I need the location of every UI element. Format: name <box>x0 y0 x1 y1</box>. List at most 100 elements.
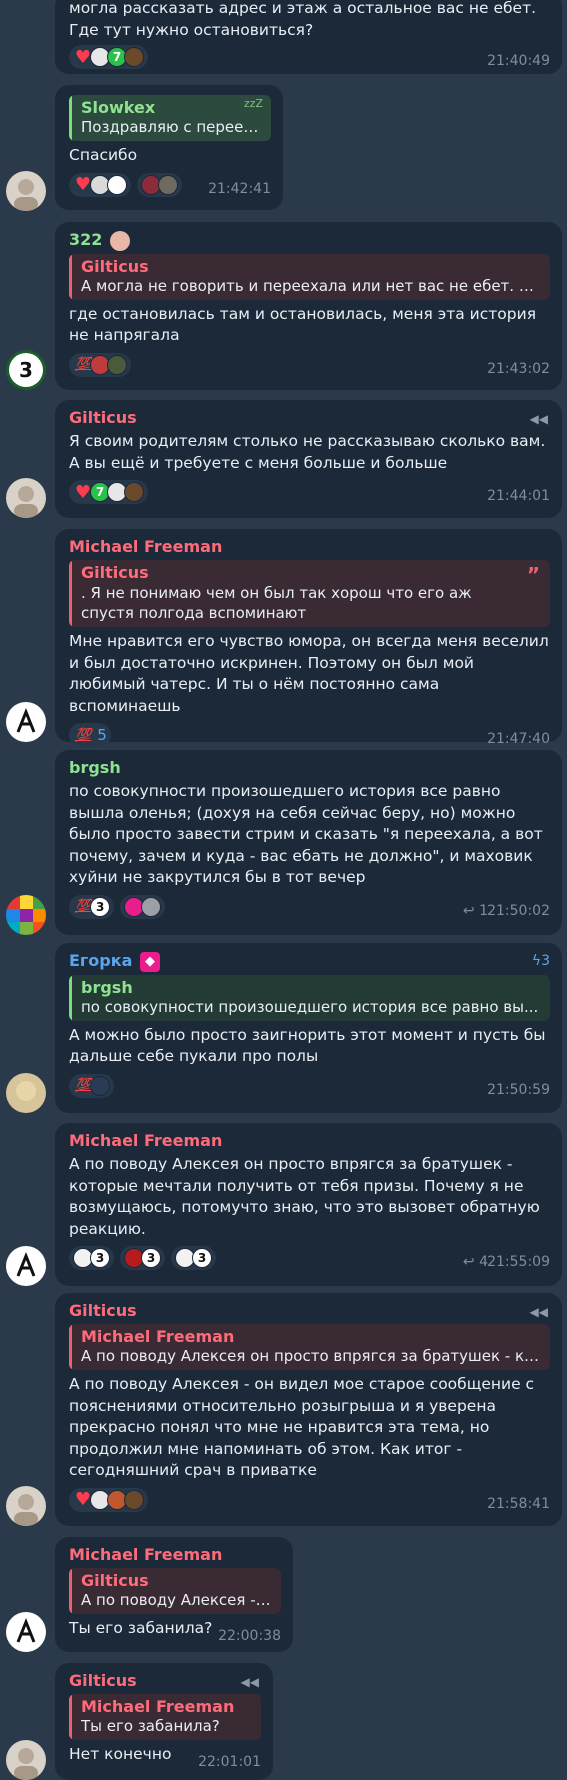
reactions[interactable]: 💯 <box>69 1073 118 1098</box>
message-text: по совокупности произошедшего история вс… <box>69 782 543 886</box>
reply-quote[interactable]: Slowkex Поздравляю с переез... zzZ <box>69 95 271 141</box>
reply-count[interactable]: ↩ 4 <box>463 1254 488 1270</box>
chat-feed: могла рассказать адрес и этаж а остально… <box>0 0 567 1780</box>
avatar[interactable] <box>6 1740 46 1780</box>
reply-arrow-icon: ↩ <box>462 902 480 919</box>
message-time: 22:01:01 <box>198 1754 261 1770</box>
reaction-chip[interactable] <box>120 894 166 919</box>
message-bubble[interactable]: Gilticus ◀◀ Michael Freeman А по поводу … <box>55 1293 562 1526</box>
message-time: 21:55:09 <box>487 1254 550 1270</box>
message[interactable]: brgsh по совокупности произошедшего исто… <box>0 750 567 935</box>
reaction-chip[interactable]: 💯 <box>69 352 132 377</box>
reaction-chip[interactable]: ♥ <box>69 1487 148 1512</box>
message[interactable]: Michael Freeman А по поводу Алексея он п… <box>0 1123 567 1286</box>
sender-name: Michael Freeman <box>69 537 223 556</box>
avatar[interactable] <box>6 1246 46 1286</box>
message-time: 22:00:38 <box>218 1628 281 1644</box>
quote-sender: Michael Freeman <box>81 1697 235 1716</box>
message-bubble[interactable]: Егорка ◆ ϟ3 brgsh по совокупности произо… <box>55 943 562 1113</box>
reactions[interactable]: ♥ <box>69 172 186 197</box>
message-bubble[interactable]: Michael Freeman А по поводу Алексея он п… <box>55 1123 562 1286</box>
message[interactable]: Gilticus ◀◀ Michael Freeman А по поводу … <box>0 1293 567 1526</box>
message-text: могла рассказать адрес и этаж а остально… <box>69 0 537 39</box>
message-bubble[interactable]: Slowkex Поздравляю с переез... zzZ Спаси… <box>55 85 283 210</box>
avatar-reaction-icon <box>124 1489 144 1510</box>
message[interactable]: Gilticus ◀◀ Michael Freeman Ты его забан… <box>0 1663 567 1780</box>
reaction-chip[interactable]: 💯 <box>69 1073 115 1098</box>
avatar-reaction-icon <box>107 354 128 375</box>
avatar[interactable] <box>6 478 46 518</box>
message-footer: 💯 3 ↩ 1 21:50:02 <box>69 893 550 921</box>
message[interactable]: Егорка ◆ ϟ3 brgsh по совокупности произо… <box>0 943 567 1113</box>
message-time: 21:44:01 <box>487 488 550 504</box>
reactions[interactable]: 3 3 3 <box>69 1246 220 1270</box>
reactions[interactable]: ♥ 7 <box>69 45 152 69</box>
message[interactable]: могла рассказать адрес и этаж а остально… <box>0 0 567 74</box>
sender-name: brgsh <box>69 758 121 777</box>
quote-mark-icon: ” <box>526 563 540 587</box>
reactions[interactable]: 💯 3 <box>69 894 169 919</box>
message[interactable]: Gilticus ◀◀ Я своим родителям столько не… <box>0 400 567 518</box>
reply-quote[interactable]: brgsh по совокупности произошедшего исто… <box>69 974 550 1021</box>
avatar-logo-icon <box>16 1251 36 1277</box>
sender-name: Michael Freeman <box>69 1545 223 1564</box>
message-time: 21:43:02 <box>487 360 550 377</box>
quote-text: А по поводу Алексея он просто впрягся за… <box>81 1347 542 1365</box>
reply-quote[interactable]: Michael Freeman Ты его забанила? <box>69 1694 261 1740</box>
reaction-chip[interactable]: 3 <box>171 1246 216 1270</box>
reaction-chip[interactable] <box>137 172 182 197</box>
quote-sender: Slowkex <box>81 98 156 117</box>
message-bubble[interactable]: могла рассказать адрес и этаж а остально… <box>55 0 562 74</box>
message-bubble[interactable]: Michael Freeman Gilticus А по поводу Але… <box>55 1537 293 1652</box>
avatar[interactable] <box>6 171 46 211</box>
reaction-chip[interactable]: ♥ 7 <box>69 45 148 69</box>
avatar-reaction-icon: 3 <box>90 896 111 917</box>
quote-sender: brgsh <box>81 977 133 997</box>
reaction-chip[interactable]: ♥ 7 <box>69 480 148 504</box>
message[interactable]: 3 322 Gilticus А могла не говорить и пер… <box>0 222 567 390</box>
avatar[interactable] <box>6 1612 46 1652</box>
quote-text: Ты его забанила? <box>81 1717 220 1735</box>
avatar[interactable] <box>6 1486 46 1526</box>
reaction-chip[interactable]: 💯 3 <box>69 894 115 919</box>
avatar[interactable] <box>6 1073 46 1113</box>
message[interactable]: Michael Freeman Gilticus А по поводу Але… <box>0 1537 567 1652</box>
message-bubble[interactable]: Gilticus ◀◀ Я своим родителям столько не… <box>55 400 562 518</box>
message-footer: 💯 21:43:02 <box>69 351 550 379</box>
message-time: 21:40:49 <box>487 53 550 69</box>
message-bubble[interactable]: 322 Gilticus А могла не говорить и перее… <box>55 222 562 390</box>
reply-quote[interactable]: Gilticus А по поводу Алексея - ... <box>69 1568 281 1614</box>
sender-name: Gilticus <box>69 1671 137 1690</box>
message-bubble[interactable]: Gilticus ◀◀ Michael Freeman Ты его забан… <box>55 1663 273 1780</box>
quote-sender: Gilticus <box>81 256 149 276</box>
reply-count[interactable]: ↩ 1 <box>463 903 488 919</box>
avatar[interactable]: 3 <box>6 350 46 390</box>
message-bubble[interactable]: Michael Freeman Gilticus . Я не понимаю … <box>55 529 562 747</box>
message-bubble[interactable]: brgsh по совокупности произошедшего исто… <box>55 750 562 935</box>
avatar-reaction-icon <box>90 1075 111 1096</box>
quote-text: по совокупности произошедшего история вс… <box>81 997 539 1016</box>
message-footer: ♥ 21:42:41 <box>69 171 271 199</box>
reaction-chip[interactable]: ♥ <box>69 172 131 197</box>
avatar-photo-icon <box>14 179 38 211</box>
avatar-reaction-icon: 3 <box>141 1248 161 1268</box>
reactions[interactable]: 💯 <box>69 352 135 377</box>
message[interactable]: Slowkex Поздравляю с переез... zzZ Спаси… <box>0 85 567 211</box>
reactions[interactable]: ♥ 7 <box>69 480 152 504</box>
reply-quote[interactable]: Gilticus . Я не понимаю чем он был так х… <box>69 560 550 627</box>
avatar[interactable] <box>6 702 46 742</box>
reply-quote[interactable]: Michael Freeman А по поводу Алексея он п… <box>69 1324 550 1370</box>
reaction-chip[interactable]: 3 <box>69 1246 114 1270</box>
reply-quote[interactable]: Gilticus А могла не говорить и переехала… <box>69 253 550 300</box>
reactions[interactable]: 💯 5 <box>69 723 115 747</box>
message-text: А по поводу Алексея - он видел мое старо… <box>69 1375 535 1479</box>
avatar-photo-icon <box>16 1081 36 1101</box>
message-footer: 💯 5 21:47:40 <box>69 721 550 749</box>
boost-count: ϟ3 <box>531 953 550 969</box>
reaction-chip[interactable]: 3 <box>120 1246 165 1270</box>
reaction-chip[interactable]: 💯 5 <box>69 723 111 747</box>
message[interactable]: Michael Freeman Gilticus . Я не понимаю … <box>0 529 567 747</box>
avatar[interactable] <box>6 895 46 935</box>
reactions[interactable]: ♥ <box>69 1487 152 1512</box>
avatar-reaction-icon <box>107 174 127 195</box>
